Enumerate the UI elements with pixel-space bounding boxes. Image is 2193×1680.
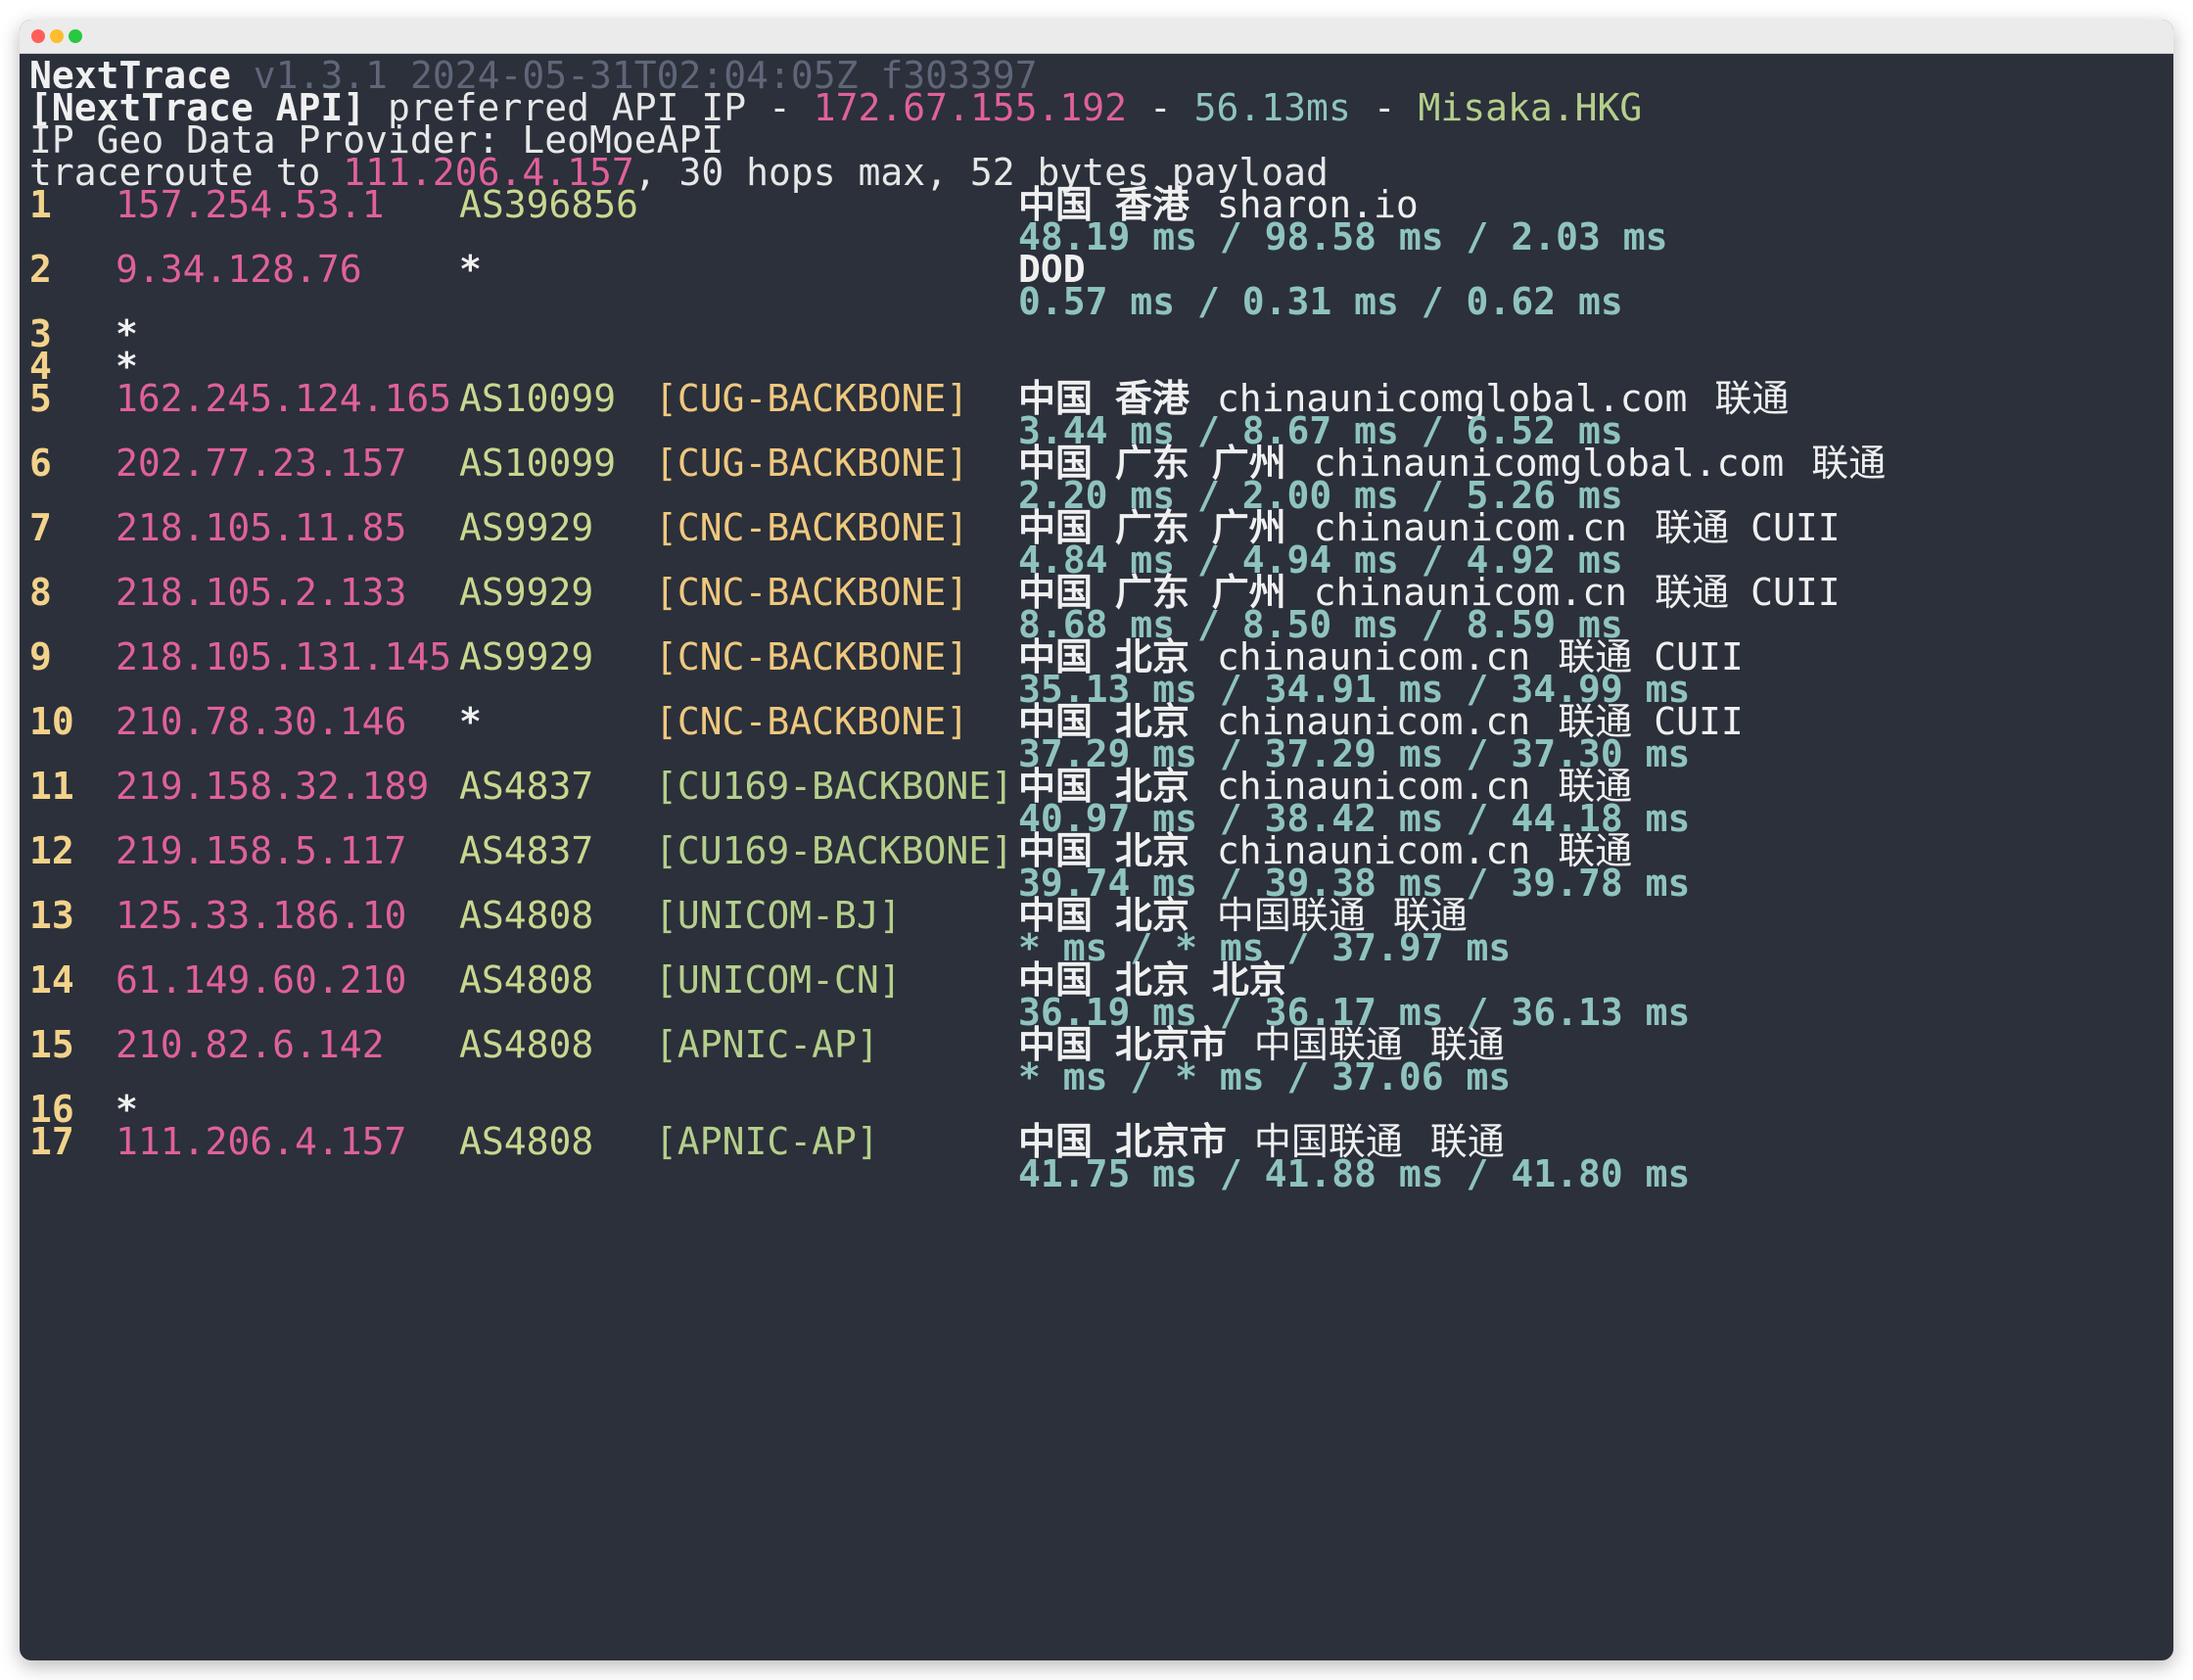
hop-ip[interactable]: 162.245.124.165 [116,376,451,422]
hop-latency: 41.75 ms / 41.88 ms / 41.80 ms [1018,1152,1691,1195]
hop-ip[interactable]: 61.149.60.210 [116,957,406,1003]
hop-ip[interactable]: 218.105.131.145 [116,634,451,680]
hop-network: [CNC-BACKBONE] [655,506,969,549]
hop-asn: AS10099 [459,442,617,485]
hop-number: 15 [29,1023,74,1066]
hop-number: 8 [29,571,52,614]
hop-asn: AS10099 [459,377,617,420]
hop-network: [CUG-BACKBONE] [655,377,969,420]
hop-network: [CU169-BACKBONE] [655,829,1014,872]
hop-isp: 联通 [1714,377,1790,420]
hop-asn: AS9929 [459,635,594,678]
hop-asn: AS396856 [459,183,639,226]
hop-latency: * ms / * ms / 37.06 ms [1018,1055,1512,1098]
hop-number: 11 [29,765,74,808]
hop-number: 12 [29,829,74,872]
hop-network: [CNC-BACKBONE] [655,635,969,678]
api-ip: 172.67.155.192 [813,86,1128,129]
hop-ip[interactable]: 218.105.11.85 [116,505,406,551]
hop-number: 13 [29,894,74,937]
hop-tag: CUII [1750,571,1841,614]
hop-number: 17 [29,1120,74,1163]
hop-latency: 0.57 ms / 0.31 ms / 0.62 ms [1018,280,1623,323]
hop-network: [CNC-BACKBONE] [655,571,969,614]
hop-asn: AS4808 [459,1023,594,1066]
close-button[interactable] [31,29,45,43]
api-node: Misaka.HKG [1418,86,1643,129]
hop-asn: * [459,700,482,743]
hop-number: 9 [29,635,52,678]
hop-number: 5 [29,377,52,420]
hop-ip[interactable]: 157.254.53.1 [116,182,385,228]
title-bar [20,20,2173,54]
hop-ip[interactable]: 9.34.128.76 [116,247,362,293]
hop-number: 7 [29,506,52,549]
hop-ip[interactable]: 218.105.2.133 [116,570,406,616]
hop-asn: AS4808 [459,958,594,1002]
hop-asn: AS4837 [459,829,594,872]
hop-asn: AS4808 [459,894,594,937]
hop-number: 14 [29,958,74,1002]
hop-ip[interactable]: 111.206.4.157 [116,1119,406,1165]
hop-asn: AS4837 [459,765,594,808]
hop-network: [CU169-BACKBONE] [655,765,1014,808]
hop-network: [APNIC-AP] [655,1120,879,1163]
terminal-output[interactable]: NextTrace v1.3.1 2024-05-31T02:04:05Z f3… [20,53,2173,1660]
hop-network: [CNC-BACKBONE] [655,700,969,743]
hop-ip[interactable]: 202.77.23.157 [116,441,406,487]
hop-asn: * [459,248,482,291]
hop-ip[interactable]: 125.33.186.10 [116,893,406,939]
hop-number: 6 [29,442,52,485]
hop-asn: AS9929 [459,571,594,614]
hop-network: [UNICOM-CN] [655,958,902,1002]
hop-network: [UNICOM-BJ] [655,894,902,937]
hop-ip[interactable]: 219.158.32.189 [116,764,429,810]
hop-isp: 联通 [1655,571,1730,614]
hop-number: 2 [29,248,52,291]
hop-number: 10 [29,700,74,743]
hop-ip[interactable]: 219.158.5.117 [116,828,406,874]
hop-isp: 联通 [1811,442,1887,485]
hop-latency: 48.19 ms / 98.58 ms / 2.03 ms [1018,215,1668,258]
hop-asn: AS9929 [459,506,594,549]
zoom-button[interactable] [69,29,82,43]
minimize-button[interactable] [50,29,64,43]
hop-tag: CUII [1750,506,1841,549]
hop-ip[interactable]: 210.82.6.142 [116,1022,385,1068]
hop-network: [CUG-BACKBONE] [655,442,969,485]
hop-ip[interactable]: 210.78.30.146 [116,699,406,745]
hop-isp: 联通 [1655,506,1730,549]
api-separator-2: - [1350,86,1419,129]
terminal-window: NextTrace v1.3.1 2024-05-31T02:04:05Z f3… [20,20,2173,1660]
hop-asn: AS4808 [459,1120,594,1163]
hop-network: [APNIC-AP] [655,1023,879,1066]
api-latency: 56.13ms [1193,86,1351,129]
hop-number: 1 [29,183,52,226]
api-separator-1: - [1127,86,1194,129]
